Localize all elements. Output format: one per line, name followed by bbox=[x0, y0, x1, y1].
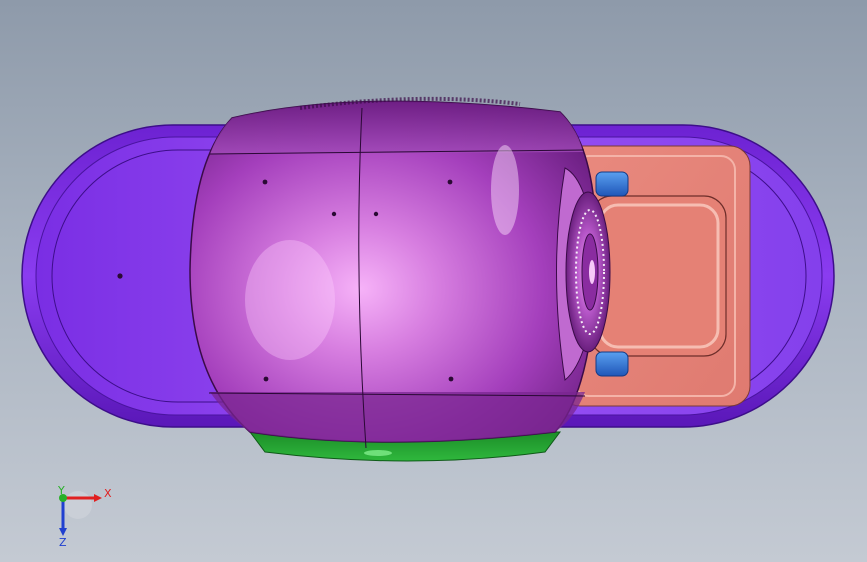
blue-clip-bottom bbox=[595, 351, 629, 377]
x-arrowhead-icon bbox=[94, 494, 102, 502]
x-axis-label: X bbox=[104, 487, 112, 500]
coordinate-triad: X Y Z bbox=[57, 484, 112, 549]
main-body-shell bbox=[189, 96, 598, 449]
blue-clip-top bbox=[595, 171, 629, 197]
triad-shadow bbox=[64, 491, 92, 519]
y-axis-label: Y bbox=[57, 484, 65, 497]
z-arrowhead-icon bbox=[59, 528, 67, 536]
z-axis-label: Z bbox=[59, 536, 67, 549]
cad-viewport[interactable]: X Y Z bbox=[0, 0, 867, 562]
